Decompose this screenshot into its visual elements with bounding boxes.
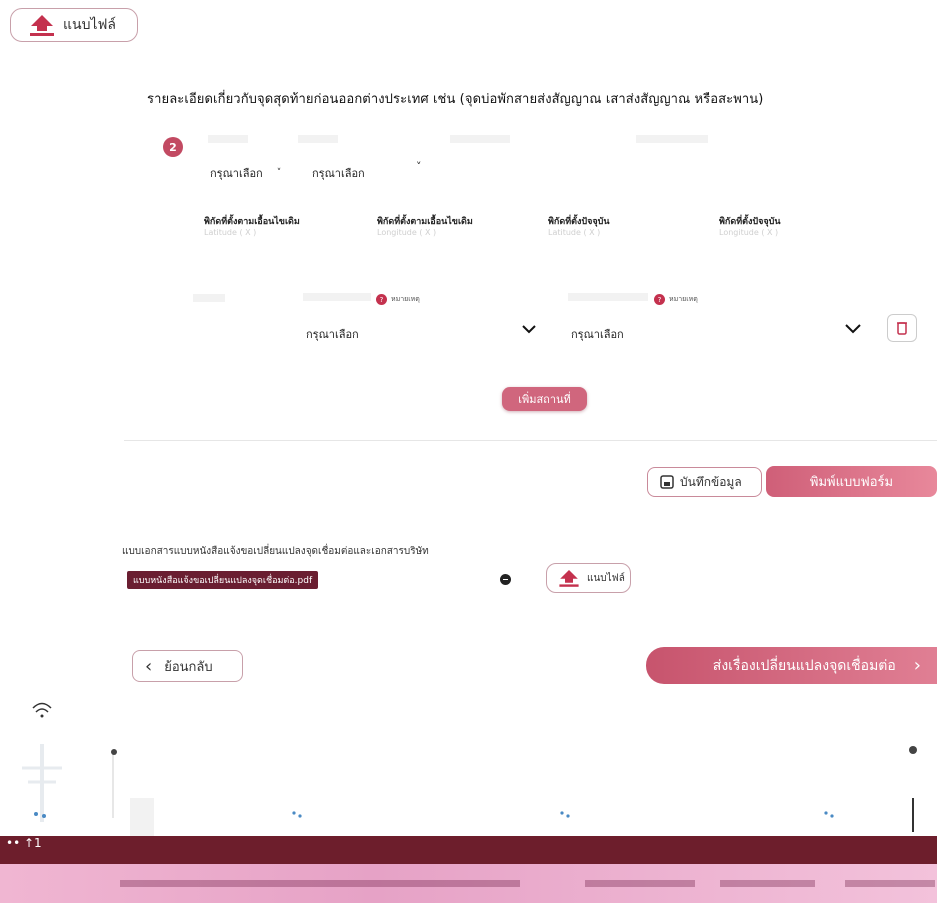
wifi-icon [32, 702, 52, 718]
select-two-value: กรุณาเลือก [312, 167, 365, 180]
coord-placeholder[interactable]: Longitude ( X ) [377, 228, 517, 237]
chevron-down-icon: ˅ [276, 168, 282, 178]
section-title: รายละเอียดเกี่ยวกับจุดสุดท้ายก่อนออกต่าง… [147, 92, 764, 107]
upload-arrow-icon [559, 570, 579, 587]
help-text: หมายเหตุ [391, 295, 420, 303]
chevron-right-icon: › [913, 655, 921, 676]
print-form-button[interactable]: พิมพ์แบบฟอร์ม [766, 466, 937, 497]
top-upload-label: แนบไฟล์ [63, 17, 117, 33]
footer-link-3[interactable] [720, 880, 815, 887]
footer-band [0, 836, 937, 864]
chevron-down-icon: ˅ [416, 160, 422, 173]
submit-change-button[interactable]: ส่งเรื่องเปลี่ยนแปลงจุดเชื่อมต่อ › [646, 647, 937, 684]
section-divider [124, 440, 937, 441]
faint-row-label-3 [568, 293, 648, 301]
coord-placeholder[interactable]: Latitude ( X ) [548, 228, 688, 237]
attachment-upload-label: แนบไฟล์ [587, 572, 625, 584]
select-two[interactable]: กรุณาเลือก [312, 164, 432, 182]
footer-signal-glyphs: •• ↑1 [6, 836, 42, 850]
select-four-value: กรุณาเลือก [571, 328, 624, 341]
help-text: หมายเหตุ [669, 295, 698, 303]
footer-link-4[interactable] [845, 880, 935, 887]
chevron-down-icon [845, 324, 861, 334]
select-three[interactable]: กรุณาเลือก [306, 321, 538, 343]
footer-illustration [22, 702, 917, 838]
faint-header-3 [450, 135, 510, 143]
coord-old-lat: พิกัดที่ตั้งตามเอื้อนไขเดิม Latitude ( X… [204, 214, 344, 237]
coord-new-lat: พิกัดที่ตั้งปัจจุบัน Latitude ( X ) [548, 214, 688, 237]
coord-label: พิกัดที่ตั้งปัจจุบัน [719, 217, 781, 227]
attachment-title: แบบเอกสารแบบหนังสือแจ้งขอเปลี่ยนแปลงจุดเ… [122, 546, 429, 557]
help-icon: ? [654, 294, 665, 305]
step-number-badge: 2 [163, 137, 183, 157]
select-four[interactable]: กรุณาเลือก [571, 321, 861, 343]
select-one-value: กรุณาเลือก [210, 167, 263, 180]
footer-links-bar [0, 864, 937, 903]
back-button[interactable]: ‹ ย้อนกลับ [132, 650, 243, 682]
help-icon: ? [376, 294, 387, 305]
remove-file-button[interactable] [500, 574, 511, 585]
coord-label: พิกัดที่ตั้งตามเอื้อนไขเดิม [204, 217, 300, 227]
top-upload-button[interactable]: แนบไฟล์ [10, 8, 138, 42]
chevron-down-icon [522, 325, 536, 334]
add-place-button[interactable]: เพิ่มสถานที่ [502, 387, 587, 411]
submit-change-label: ส่งเรื่องเปลี่ยนแปลงจุดเชื่อมต่อ [712, 657, 896, 674]
save-data-button[interactable]: บันทึกข้อมูล [647, 467, 762, 497]
coord-label: พิกัดที่ตั้งตามเอื้อนไขเดิม [377, 217, 473, 227]
upload-arrow-icon [30, 15, 54, 36]
attachment-upload-button[interactable]: แนบไฟล์ [546, 563, 631, 593]
attached-file-name[interactable]: แบบหนังสือแจ้งขอเปลี่ยนแปลงจุดเชื่อมต่อ.… [127, 571, 319, 589]
remove-circle-icon [503, 578, 508, 581]
save-disk-icon [660, 475, 674, 489]
back-label: ย้อนกลับ [164, 659, 213, 675]
chevron-left-icon: ‹ [145, 655, 153, 677]
coord-placeholder[interactable]: Latitude ( X ) [204, 228, 344, 237]
help-hint-2[interactable]: ? หมายเหตุ [654, 289, 698, 308]
faint-header-2 [298, 135, 338, 143]
lamp-post-right [909, 746, 917, 832]
coord-new-lng: พิกัดที่ตั้งปัจจุบัน Longitude ( X ) [719, 214, 859, 237]
help-hint-1[interactable]: ? หมายเหตุ [376, 289, 420, 308]
faint-row-label-1 [193, 294, 225, 302]
lamp-post-left [111, 749, 117, 818]
footer-link-1[interactable] [120, 880, 520, 887]
faint-row-label-2 [303, 293, 371, 301]
coord-label: พิกัดที่ตั้งปัจจุบัน [548, 217, 610, 227]
coord-placeholder[interactable]: Longitude ( X ) [719, 228, 859, 237]
footer-link-2[interactable] [585, 880, 695, 887]
faint-header-4 [636, 135, 708, 143]
faint-header-1 [208, 135, 248, 143]
delete-row-button[interactable] [887, 314, 917, 342]
select-one[interactable]: กรุณาเลือก ˅ [210, 164, 290, 182]
trash-icon [897, 322, 907, 335]
coord-old-lng: พิกัดที่ตั้งตามเอื้อนไขเดิม Longitude ( … [377, 214, 517, 237]
tower-illustration [22, 744, 62, 822]
save-data-label: บันทึกข้อมูล [680, 474, 742, 489]
select-three-value: กรุณาเลือก [306, 328, 359, 341]
